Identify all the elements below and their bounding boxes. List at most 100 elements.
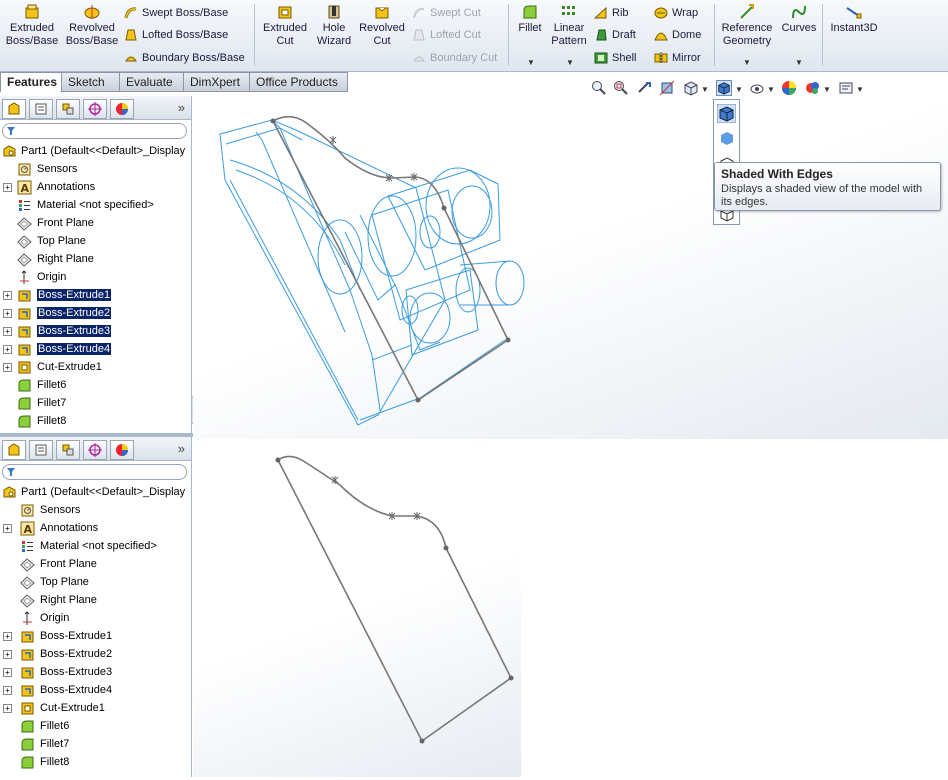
tree-item[interactable]: Part1 (Default<<Default>_Display [0, 142, 191, 160]
expand-icon[interactable]: + [3, 290, 12, 300]
curves-button[interactable]: Curves [780, 4, 818, 35]
apply-scene-icon[interactable] [805, 80, 821, 96]
linear-pattern-button[interactable]: Linear Pattern [548, 4, 590, 48]
tab-evaluate[interactable]: Evaluate [120, 72, 184, 92]
configuration-manager-tab[interactable] [56, 99, 80, 119]
mirror-button[interactable]: Mirror [654, 49, 701, 67]
feature-filter-input[interactable] [2, 123, 187, 139]
dimxpert-manager-tab[interactable] [83, 99, 107, 119]
tree-item[interactable]: Origin [0, 609, 191, 627]
view-orientation-dropdown-icon[interactable]: ▼ [701, 85, 709, 94]
expand-icon[interactable]: + [3, 649, 12, 659]
swept-boss-button[interactable]: Swept Boss/Base [124, 4, 228, 22]
tree-item[interactable]: Top Plane [0, 232, 191, 250]
linear-pattern-dropdown-icon[interactable]: ▼ [566, 58, 574, 67]
expand-icon[interactable]: + [3, 344, 12, 354]
shaded-with-edges-icon[interactable] [717, 104, 736, 123]
tab-features[interactable]: Features [0, 72, 62, 92]
swept-cut-button[interactable]: Swept Cut [412, 4, 481, 22]
boundary-cut-button[interactable]: Boundary Cut [412, 49, 497, 67]
tree-item[interactable]: Right Plane [0, 591, 191, 609]
expand-panel-icon[interactable]: » [178, 99, 185, 119]
curves-dropdown-icon[interactable]: ▼ [795, 58, 803, 67]
tab-sketch[interactable]: Sketch [62, 72, 120, 92]
feature-manager-tree-tab[interactable] [2, 440, 26, 460]
tree-item[interactable]: Material <not specified> [0, 196, 191, 214]
expand-icon[interactable]: + [3, 523, 12, 533]
expand-icon[interactable]: + [3, 631, 12, 641]
dimxpert-manager-tab[interactable] [83, 440, 107, 460]
tree-item[interactable]: + Boss-Extrude4 [0, 681, 191, 699]
expand-icon[interactable]: + [3, 703, 12, 713]
shell-button[interactable]: Shell [594, 49, 636, 67]
expand-icon[interactable]: + [3, 667, 12, 677]
apply-scene-dropdown-icon[interactable]: ▼ [823, 85, 831, 94]
tree-item[interactable]: Front Plane [0, 214, 191, 232]
tree-item[interactable]: Fillet8 [0, 412, 191, 430]
hole-wizard-button[interactable]: Hole Wizard [312, 4, 356, 48]
instant3d-button[interactable]: Instant3D [826, 4, 882, 35]
tree-item[interactable]: Right Plane [0, 250, 191, 268]
configuration-manager-tab[interactable] [56, 440, 80, 460]
display-manager-tab[interactable] [110, 440, 134, 460]
tree-item[interactable]: Sensors [0, 160, 191, 178]
lofted-boss-button[interactable]: Lofted Boss/Base [124, 26, 228, 44]
tree-item[interactable]: Part1 (Default<<Default>_Display [0, 483, 191, 501]
edit-appearance-icon[interactable] [781, 80, 797, 96]
expand-icon[interactable]: + [3, 362, 12, 372]
expand-panel-icon[interactable]: » [178, 440, 185, 460]
zoom-to-fit-icon[interactable] [591, 80, 607, 96]
tree-item[interactable]: + Boss-Extrude1 [0, 627, 191, 645]
extruded-boss-button[interactable]: Extruded Boss/Base [4, 4, 60, 48]
boundary-boss-button[interactable]: Boundary Boss/Base [124, 49, 245, 67]
reference-geometry-dropdown-icon[interactable]: ▼ [743, 58, 751, 67]
display-style-dropdown-icon[interactable]: ▼ [735, 85, 743, 94]
rib-button[interactable]: Rib [594, 4, 629, 22]
tree-item[interactable]: Fillet7 [0, 735, 191, 753]
feature-manager-tree-tab[interactable] [2, 99, 26, 119]
draft-button[interactable]: Draft [594, 26, 636, 44]
tree-item[interactable]: Fillet8 [0, 753, 191, 771]
expand-icon[interactable]: + [3, 308, 12, 318]
property-manager-tab[interactable] [29, 99, 53, 119]
reference-geometry-button[interactable]: Reference Geometry [718, 4, 776, 48]
tree-item[interactable]: + Boss-Extrude3 [0, 663, 191, 681]
wrap-button[interactable]: Wrap [654, 4, 698, 22]
zoom-to-area-icon[interactable] [613, 80, 629, 96]
tree-item[interactable]: + Boss-Extrude1 [0, 286, 191, 304]
tab-dimxpert[interactable]: DimXpert [184, 72, 250, 92]
section-view-icon[interactable] [659, 80, 675, 96]
feature-filter-input[interactable] [2, 464, 187, 480]
shaded-icon[interactable] [719, 130, 735, 146]
expand-icon[interactable]: + [3, 685, 12, 695]
graphics-area-top[interactable] [193, 92, 948, 439]
tree-item[interactable]: Top Plane [0, 573, 191, 591]
graphics-area-bottom[interactable] [193, 439, 521, 777]
tree-item[interactable]: + Boss-Extrude2 [0, 304, 191, 322]
tree-item[interactable]: Fillet7 [0, 394, 191, 412]
hide-show-dropdown-icon[interactable]: ▼ [767, 85, 775, 94]
revolved-cut-button[interactable]: Revolved Cut [356, 4, 408, 48]
previous-view-icon[interactable] [636, 80, 652, 96]
tab-office-products[interactable]: Office Products [250, 72, 348, 92]
view-orientation-icon[interactable] [683, 80, 699, 96]
lofted-cut-button[interactable]: Lofted Cut [412, 26, 481, 44]
display-style-icon[interactable] [716, 80, 732, 96]
hide-show-items-icon[interactable] [749, 80, 765, 96]
display-manager-tab[interactable] [110, 99, 134, 119]
property-manager-tab[interactable] [29, 440, 53, 460]
revolved-boss-button[interactable]: Revolved Boss/Base [64, 4, 120, 48]
extruded-cut-button[interactable]: Extruded Cut [258, 4, 312, 48]
tree-item[interactable]: Sensors [0, 501, 191, 519]
tree-item[interactable]: + Cut-Extrude1 [0, 699, 191, 717]
view-settings-dropdown-icon[interactable]: ▼ [856, 85, 864, 94]
tree-item[interactable]: Fillet6 [0, 376, 191, 394]
tree-item[interactable]: + Boss-Extrude2 [0, 645, 191, 663]
view-settings-icon[interactable] [838, 80, 854, 96]
fillet-button[interactable]: Fillet [512, 4, 548, 35]
expand-icon[interactable]: + [3, 326, 12, 336]
tree-item[interactable]: + Cut-Extrude1 [0, 358, 191, 376]
tree-item[interactable]: + A Annotations [0, 178, 191, 196]
tree-item[interactable]: Origin [0, 268, 191, 286]
expand-icon[interactable]: + [3, 182, 12, 192]
